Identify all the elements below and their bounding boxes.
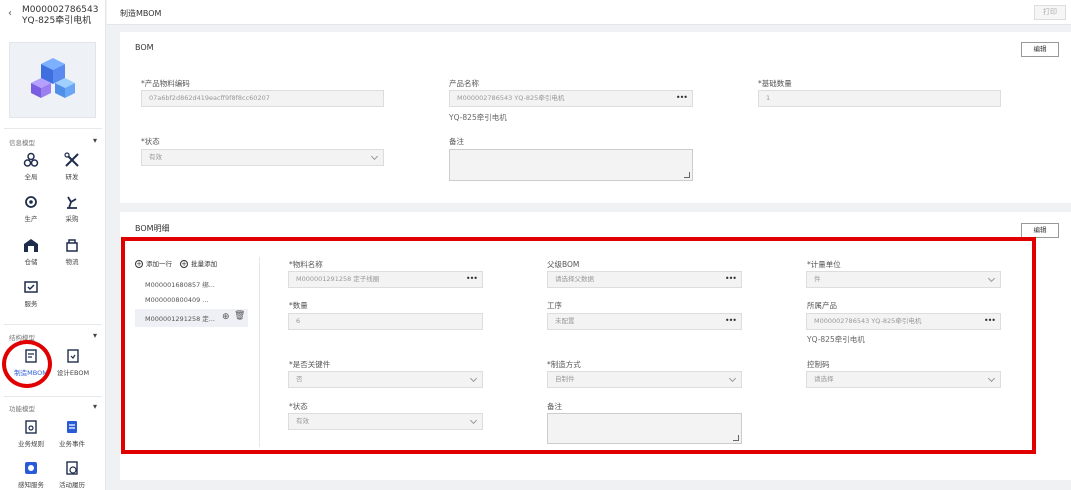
sidebar-item-label: 业务规则 [18,440,44,448]
status-label: *状态 [141,137,160,146]
sidebar-item-event[interactable]: 业务事件 [52,419,92,448]
sidebar-item-logistics[interactable]: 物流 [52,237,92,266]
remark-textarea[interactable] [449,149,693,181]
product-name: YQ-825牵引电机 [22,16,92,26]
section-info-label: 信息模型 [9,139,35,147]
status-select[interactable]: 有效 [141,149,384,166]
production-icon [23,194,39,210]
sidebar-item-label: 生产 [24,215,38,223]
divider [4,396,102,397]
sidebar: ‹ M000002786543 YQ-825牵引电机 信息模型 ▾ 全局 研发 … [0,0,106,490]
sidebar-item-label: 全局 [24,173,38,181]
product-title: M000002786543 YQ-825牵引电机 [22,5,98,27]
sidebar-item-label: 服务 [24,300,38,308]
bom-card: BOM 编辑 *产品物料编码 07a6bf2d862d419eacff9f8f8… [120,32,1071,203]
product-name-sub: YQ-825牵引电机 [449,113,507,122]
sense-icon [23,460,39,476]
event-icon [64,419,80,435]
product-code: M000002786543 [22,5,99,15]
logistics-icon [64,237,80,253]
global-icon [23,152,39,168]
more-icon[interactable]: ••• [676,91,688,105]
sidebar-item-sense[interactable]: 感知服务 [11,460,51,489]
bom-edit-button[interactable]: 编辑 [1021,42,1059,57]
caret-down-icon[interactable]: ▾ [93,331,97,340]
section-function[interactable]: 功能模型 ▾ [9,402,99,413]
divider [4,324,102,325]
purchase-icon [64,194,80,210]
sidebar-item-label: 设计EBOM [56,369,90,377]
sidebar-item-label: 仓储 [24,258,38,266]
sidebar-item-rule[interactable]: 业务规则 [11,419,51,448]
product-name-value: M000002786543 YQ-825牵引电机 [457,94,565,102]
top-bar: 制造MBOM 打印 [107,0,1071,25]
bom-detail-title: BOM明细 [135,224,170,233]
research-icon [64,152,80,168]
base-qty-field[interactable]: 1 [758,90,1001,107]
sidebar-item-service[interactable]: 服务 [11,279,51,308]
sidebar-item-purchase[interactable]: 采购 [52,194,92,223]
base-qty-label: *基础数量 [758,79,792,88]
history-icon [64,460,80,476]
caret-down-icon[interactable]: ▾ [93,136,97,145]
sidebar-item-label: 感知服务 [18,481,44,489]
sidebar-item-label: 活动履历 [59,481,85,489]
resize-grip-icon[interactable] [684,172,690,178]
sidebar-item-label: 业务事件 [59,440,85,448]
product-name-field[interactable]: M000002786543 YQ-825牵引电机 ••• [449,90,693,107]
sidebar-item-label: 采购 [65,215,79,223]
product-image [9,42,96,118]
chevron-down-icon [370,152,379,161]
material-code-label: *产品物料编码 [141,79,190,88]
bom-title: BOM [135,43,154,52]
sidebar-item-ebom[interactable]: 设计EBOM [52,348,94,377]
sidebar-item-global[interactable]: 全局 [11,152,51,181]
rule-icon [23,419,39,435]
bom-detail-edit-button[interactable]: 编辑 [1021,223,1059,238]
service-icon [23,279,39,295]
ebom-icon [65,348,81,364]
highlight-box [121,237,1036,454]
sidebar-item-warehouse[interactable]: 仓储 [11,237,51,266]
warehouse-icon [23,237,39,253]
highlight-circle [2,340,52,388]
divider [4,128,102,129]
product-name-label: 产品名称 [449,79,479,88]
material-code-field[interactable]: 07a6bf2d862d419eacff9f8f8cc60207 [141,90,384,107]
section-info[interactable]: 信息模型 ▾ [9,136,99,147]
sidebar-item-label: 研发 [65,173,79,181]
remark-label: 备注 [449,137,464,146]
sidebar-item-production[interactable]: 生产 [11,194,51,223]
print-button[interactable]: 打印 [1034,5,1066,20]
cubes-illustration [30,58,75,98]
caret-down-icon[interactable]: ▾ [93,402,97,411]
sidebar-item-research[interactable]: 研发 [52,152,92,181]
status-value: 有效 [149,153,162,161]
section-function-label: 功能模型 [9,405,35,413]
sidebar-item-label: 物流 [65,258,79,266]
page-title: 制造MBOM [120,9,162,18]
sidebar-item-history[interactable]: 活动履历 [52,460,92,489]
chevron-left-icon[interactable]: ‹ [8,8,12,19]
